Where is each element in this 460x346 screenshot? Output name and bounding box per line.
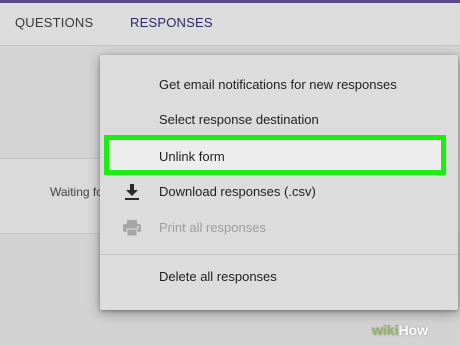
menu-item-label: Print all responses — [159, 220, 266, 235]
watermark-suffix: How — [398, 322, 429, 338]
tab-responses[interactable]: RESPONSES — [130, 15, 213, 30]
download-icon — [122, 183, 142, 201]
menu-item-label: Get email notifications for new response… — [159, 77, 397, 92]
menu-item-delete-all[interactable]: Delete all responses — [100, 259, 458, 295]
menu-item-label: Download responses (.csv) — [159, 184, 316, 199]
menu-item-print-responses: Print all responses — [100, 210, 458, 246]
printer-icon — [122, 219, 142, 237]
tab-questions[interactable]: QUESTIONS — [15, 15, 93, 30]
menu-item-unlink-form[interactable]: Unlink form — [100, 139, 458, 175]
tab-bar: QUESTIONS RESPONSES — [0, 3, 460, 47]
menu-item-label: Select response destination — [159, 112, 319, 127]
menu-item-select-destination[interactable]: Select response destination — [100, 102, 458, 138]
waiting-status-text: Waiting fo — [50, 185, 103, 199]
menu-item-download-csv[interactable]: Download responses (.csv) — [100, 174, 458, 210]
menu-divider — [100, 254, 458, 255]
watermark-prefix: wiki — [372, 322, 399, 338]
menu-item-email-notifications[interactable]: Get email notifications for new response… — [100, 67, 458, 103]
responses-more-menu: Get email notifications for new response… — [100, 55, 458, 310]
wikihow-watermark: wikiHow — [372, 322, 428, 338]
menu-item-label: Delete all responses — [159, 269, 277, 284]
menu-item-label: Unlink form — [159, 149, 225, 164]
